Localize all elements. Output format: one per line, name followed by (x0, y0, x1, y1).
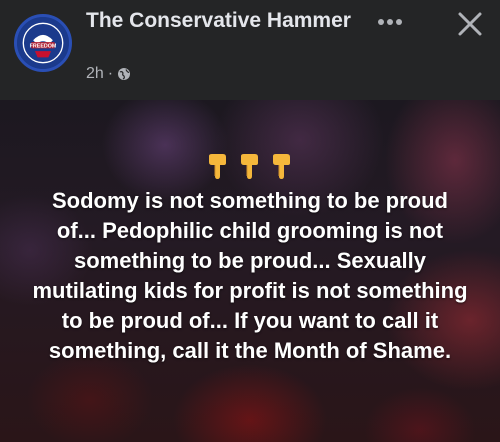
post-text: Sodomy is not something to be proud of..… (32, 188, 468, 363)
post-meta: 2h · (86, 64, 131, 84)
point-down-icon (241, 154, 258, 179)
more-options-button[interactable] (372, 10, 408, 34)
point-down-icon (209, 154, 226, 179)
avatar[interactable]: FREEDOM (14, 14, 72, 72)
globe-icon (117, 67, 131, 81)
meta-separator: · (107, 65, 114, 82)
post-header: FREEDOM The Conservative Hammer 2h · (0, 0, 500, 100)
avatar-text: FREEDOM (30, 43, 57, 49)
page-name[interactable]: The Conservative Hammer (86, 8, 386, 34)
more-dots-icon (378, 19, 402, 25)
close-icon (458, 12, 482, 36)
avatar-logo-icon: FREEDOM (17, 17, 69, 69)
timestamp[interactable]: 2h (86, 65, 104, 83)
emoji-row (0, 152, 500, 182)
point-down-icon (273, 154, 290, 179)
close-button[interactable] (452, 6, 488, 42)
